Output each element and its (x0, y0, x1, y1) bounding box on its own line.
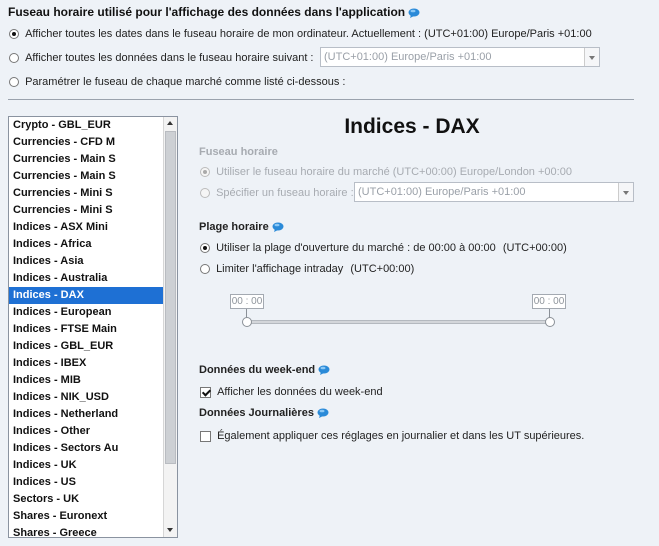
range-section-label: Plage horaire (199, 221, 269, 233)
scroll-down-icon[interactable] (164, 524, 177, 537)
custom-timezone-select[interactable]: (UTC+01:00) Europe/Paris +01:00 (354, 182, 634, 202)
following-timezone-radio[interactable] (9, 53, 19, 64)
info-icon[interactable] (272, 222, 285, 233)
option-per-market-timezone[interactable]: Paramétrer le fuseau de chaque marché co… (9, 76, 345, 88)
daily-section-heading: Données Journalières (199, 407, 330, 419)
market-timezone-label: Utiliser le fuseau horaire du marché (UT… (216, 166, 572, 178)
list-item[interactable]: Indices - Netherland (9, 406, 164, 423)
list-item[interactable]: Indices - DAX (9, 287, 164, 304)
list-item[interactable]: Shares - Greece (9, 525, 164, 537)
list-item[interactable]: Currencies - Main S (9, 168, 164, 185)
list-item[interactable]: Sectors - UK (9, 491, 164, 508)
intraday-range-utc: (UTC+00:00) (350, 263, 415, 275)
info-icon[interactable] (408, 8, 421, 18)
app-timezone-heading: Fuseau horaire utilisé pour l'affichage … (8, 5, 421, 19)
market-list-scrollbar[interactable] (163, 117, 177, 537)
weekend-section-label: Données du week-end (199, 364, 316, 376)
list-item[interactable]: Indices - GBL_EUR (9, 338, 164, 355)
list-item[interactable]: Indices - European (9, 304, 164, 321)
device-timezone-radio[interactable] (9, 29, 19, 40)
market-timezone-option[interactable]: Utiliser le fuseau horaire du marché (UT… (200, 166, 572, 178)
list-item[interactable]: Indices - ASX Mini (9, 219, 164, 236)
market-list[interactable]: Crypto - GBL_EUR Currencies - CFD M Curren… (8, 116, 178, 538)
list-item[interactable]: Indices - Africa (9, 236, 164, 253)
intraday-range-radio[interactable] (200, 264, 210, 275)
list-item[interactable]: Indices - Other (9, 423, 164, 440)
app-timezone-title: Fuseau horaire utilisé pour l'affichage … (8, 5, 406, 19)
range-end-handle[interactable] (545, 317, 555, 327)
divider (8, 99, 634, 100)
daily-checkbox[interactable] (200, 430, 211, 442)
scroll-up-icon[interactable] (164, 117, 177, 130)
list-item[interactable]: Indices - NIK_USD (9, 389, 164, 406)
info-icon[interactable] (317, 408, 330, 419)
end-time-field[interactable]: 00 : 00 (532, 294, 566, 309)
custom-timezone-label: Spécifier un fuseau horaire : (216, 187, 354, 199)
opening-range-option[interactable]: Utiliser la plage d'ouverture du marché … (200, 242, 567, 254)
device-timezone-label: Afficher toutes les dates dans le fuseau… (25, 28, 592, 40)
opening-range-radio[interactable] (200, 243, 210, 254)
custom-timezone-option[interactable]: Spécifier un fuseau horaire : (200, 187, 354, 199)
range-section-heading: Plage horaire (199, 221, 285, 233)
list-item[interactable]: Indices - IBEX (9, 355, 164, 372)
daily-checkbox-label: Également appliquer ces réglages en jour… (217, 430, 585, 442)
following-timezone-value: (UTC+01:00) Europe/Paris +01:00 (324, 51, 492, 63)
list-item[interactable]: Indices - MIB (9, 372, 164, 389)
list-item[interactable]: Currencies - Mini S (9, 202, 164, 219)
opening-range-label: Utiliser la plage d'ouverture du marché … (216, 242, 496, 254)
opening-range-utc: (UTC+00:00) (502, 242, 567, 254)
chevron-down-icon[interactable] (584, 48, 599, 66)
weekend-section-heading: Données du week-end (199, 364, 331, 376)
weekend-checkbox-label: Afficher les données du week-end (217, 386, 383, 398)
market-timezone-radio[interactable] (200, 167, 210, 178)
list-item[interactable]: Indices - Australia (9, 270, 164, 287)
list-item[interactable]: Indices - UK (9, 457, 164, 474)
scroll-thumb[interactable] (165, 131, 176, 464)
custom-timezone-value: (UTC+01:00) Europe/Paris +01:00 (358, 186, 526, 198)
list-item[interactable]: Currencies - CFD M (9, 134, 164, 151)
daily-section-label: Données Journalières (199, 407, 314, 419)
per-market-timezone-radio[interactable] (9, 77, 19, 88)
range-start-handle[interactable] (242, 317, 252, 327)
list-item[interactable]: Currencies - Mini S (9, 185, 164, 202)
per-market-timezone-label: Paramétrer le fuseau de chaque marché co… (25, 76, 346, 88)
option-device-timezone[interactable]: Afficher toutes les dates dans le fuseau… (9, 28, 592, 40)
weekend-option[interactable]: Afficher les données du week-end (200, 386, 383, 398)
weekend-checkbox[interactable] (200, 386, 211, 398)
intraday-range-label: Limiter l'affichage intraday (216, 263, 344, 275)
custom-timezone-radio[interactable] (200, 188, 210, 199)
market-title: Indices - DAX (344, 115, 480, 138)
list-item[interactable]: Shares - Euronext (9, 508, 164, 525)
chevron-down-icon[interactable] (618, 183, 633, 201)
start-time-field[interactable]: 00 : 00 (230, 294, 264, 309)
list-item[interactable]: Indices - Asia (9, 253, 164, 270)
info-icon[interactable] (318, 365, 331, 376)
option-following-timezone[interactable]: Afficher toutes les données dans le fuse… (9, 52, 314, 64)
list-item[interactable]: Indices - FTSE Main (9, 321, 164, 338)
daily-option[interactable]: Également appliquer ces réglages en jour… (200, 430, 584, 442)
following-timezone-select[interactable]: (UTC+01:00) Europe/Paris +01:00 (320, 47, 600, 67)
list-item[interactable]: Crypto - GBL_EUR (9, 117, 164, 134)
range-slider-track[interactable] (247, 320, 551, 324)
list-item[interactable]: Indices - Sectors Au (9, 440, 164, 457)
timezone-section-label: Fuseau horaire (199, 146, 278, 158)
list-item[interactable]: Currencies - Main S (9, 151, 164, 168)
intraday-range-option[interactable]: Limiter l'affichage intraday (UTC+00:00) (200, 263, 414, 275)
list-item[interactable]: Indices - US (9, 474, 164, 491)
market-list-items: Crypto - GBL_EUR Currencies - CFD M Curren… (9, 117, 164, 537)
following-timezone-label: Afficher toutes les données dans le fuse… (25, 52, 314, 64)
